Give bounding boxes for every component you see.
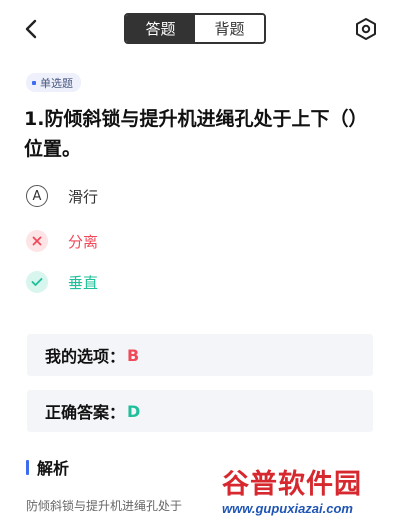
option-d[interactable]: 垂直 — [26, 270, 98, 294]
settings-button[interactable] — [352, 15, 380, 43]
tab-memorize[interactable]: 背题 — [195, 15, 264, 42]
heading-accent-bar — [26, 459, 29, 475]
option-a[interactable]: A 滑行 — [26, 184, 98, 208]
watermark-url: www.gupuxiazai.com — [222, 501, 353, 516]
mode-switch: 答题 背题 — [124, 13, 266, 44]
correct-answer-box: 正确答案： D — [27, 390, 373, 432]
back-button[interactable] — [18, 16, 44, 42]
question-text: 1.防倾斜锁与提升机进绳孔处于上下（）位置。 — [24, 108, 368, 160]
tag-dot — [32, 80, 36, 85]
option-b-text: 分离 — [68, 232, 99, 251]
chevron-left-icon — [25, 19, 37, 39]
top-bar: 答题 背题 — [0, 0, 400, 58]
question-type-label: 单选题 — [40, 76, 73, 90]
site-watermark: 谷普软件园 www.gupuxiazai.com — [218, 462, 400, 523]
watermark-logo: 谷普软件园 — [222, 469, 362, 500]
wrong-mark-icon — [26, 230, 48, 252]
option-a-marker: A — [26, 185, 48, 207]
option-a-text: 滑行 — [68, 187, 99, 206]
tab-answer[interactable]: 答题 — [126, 15, 195, 42]
hexagon-settings-icon — [356, 18, 376, 40]
correct-answer-label: 正确答案： — [45, 403, 126, 422]
my-choice-label: 我的选项： — [45, 347, 126, 366]
question-type-tag: 单选题 — [26, 73, 81, 92]
my-choice-box: 我的选项： B — [27, 334, 373, 376]
correct-answer-value: D — [127, 401, 141, 421]
option-d-text: 垂直 — [68, 273, 99, 292]
my-choice-value: B — [127, 345, 140, 365]
analysis-heading: 解析 — [26, 456, 69, 478]
analysis-title: 解析 — [37, 459, 70, 478]
check-mark-icon — [26, 271, 48, 293]
option-b[interactable]: 分离 — [26, 229, 98, 253]
